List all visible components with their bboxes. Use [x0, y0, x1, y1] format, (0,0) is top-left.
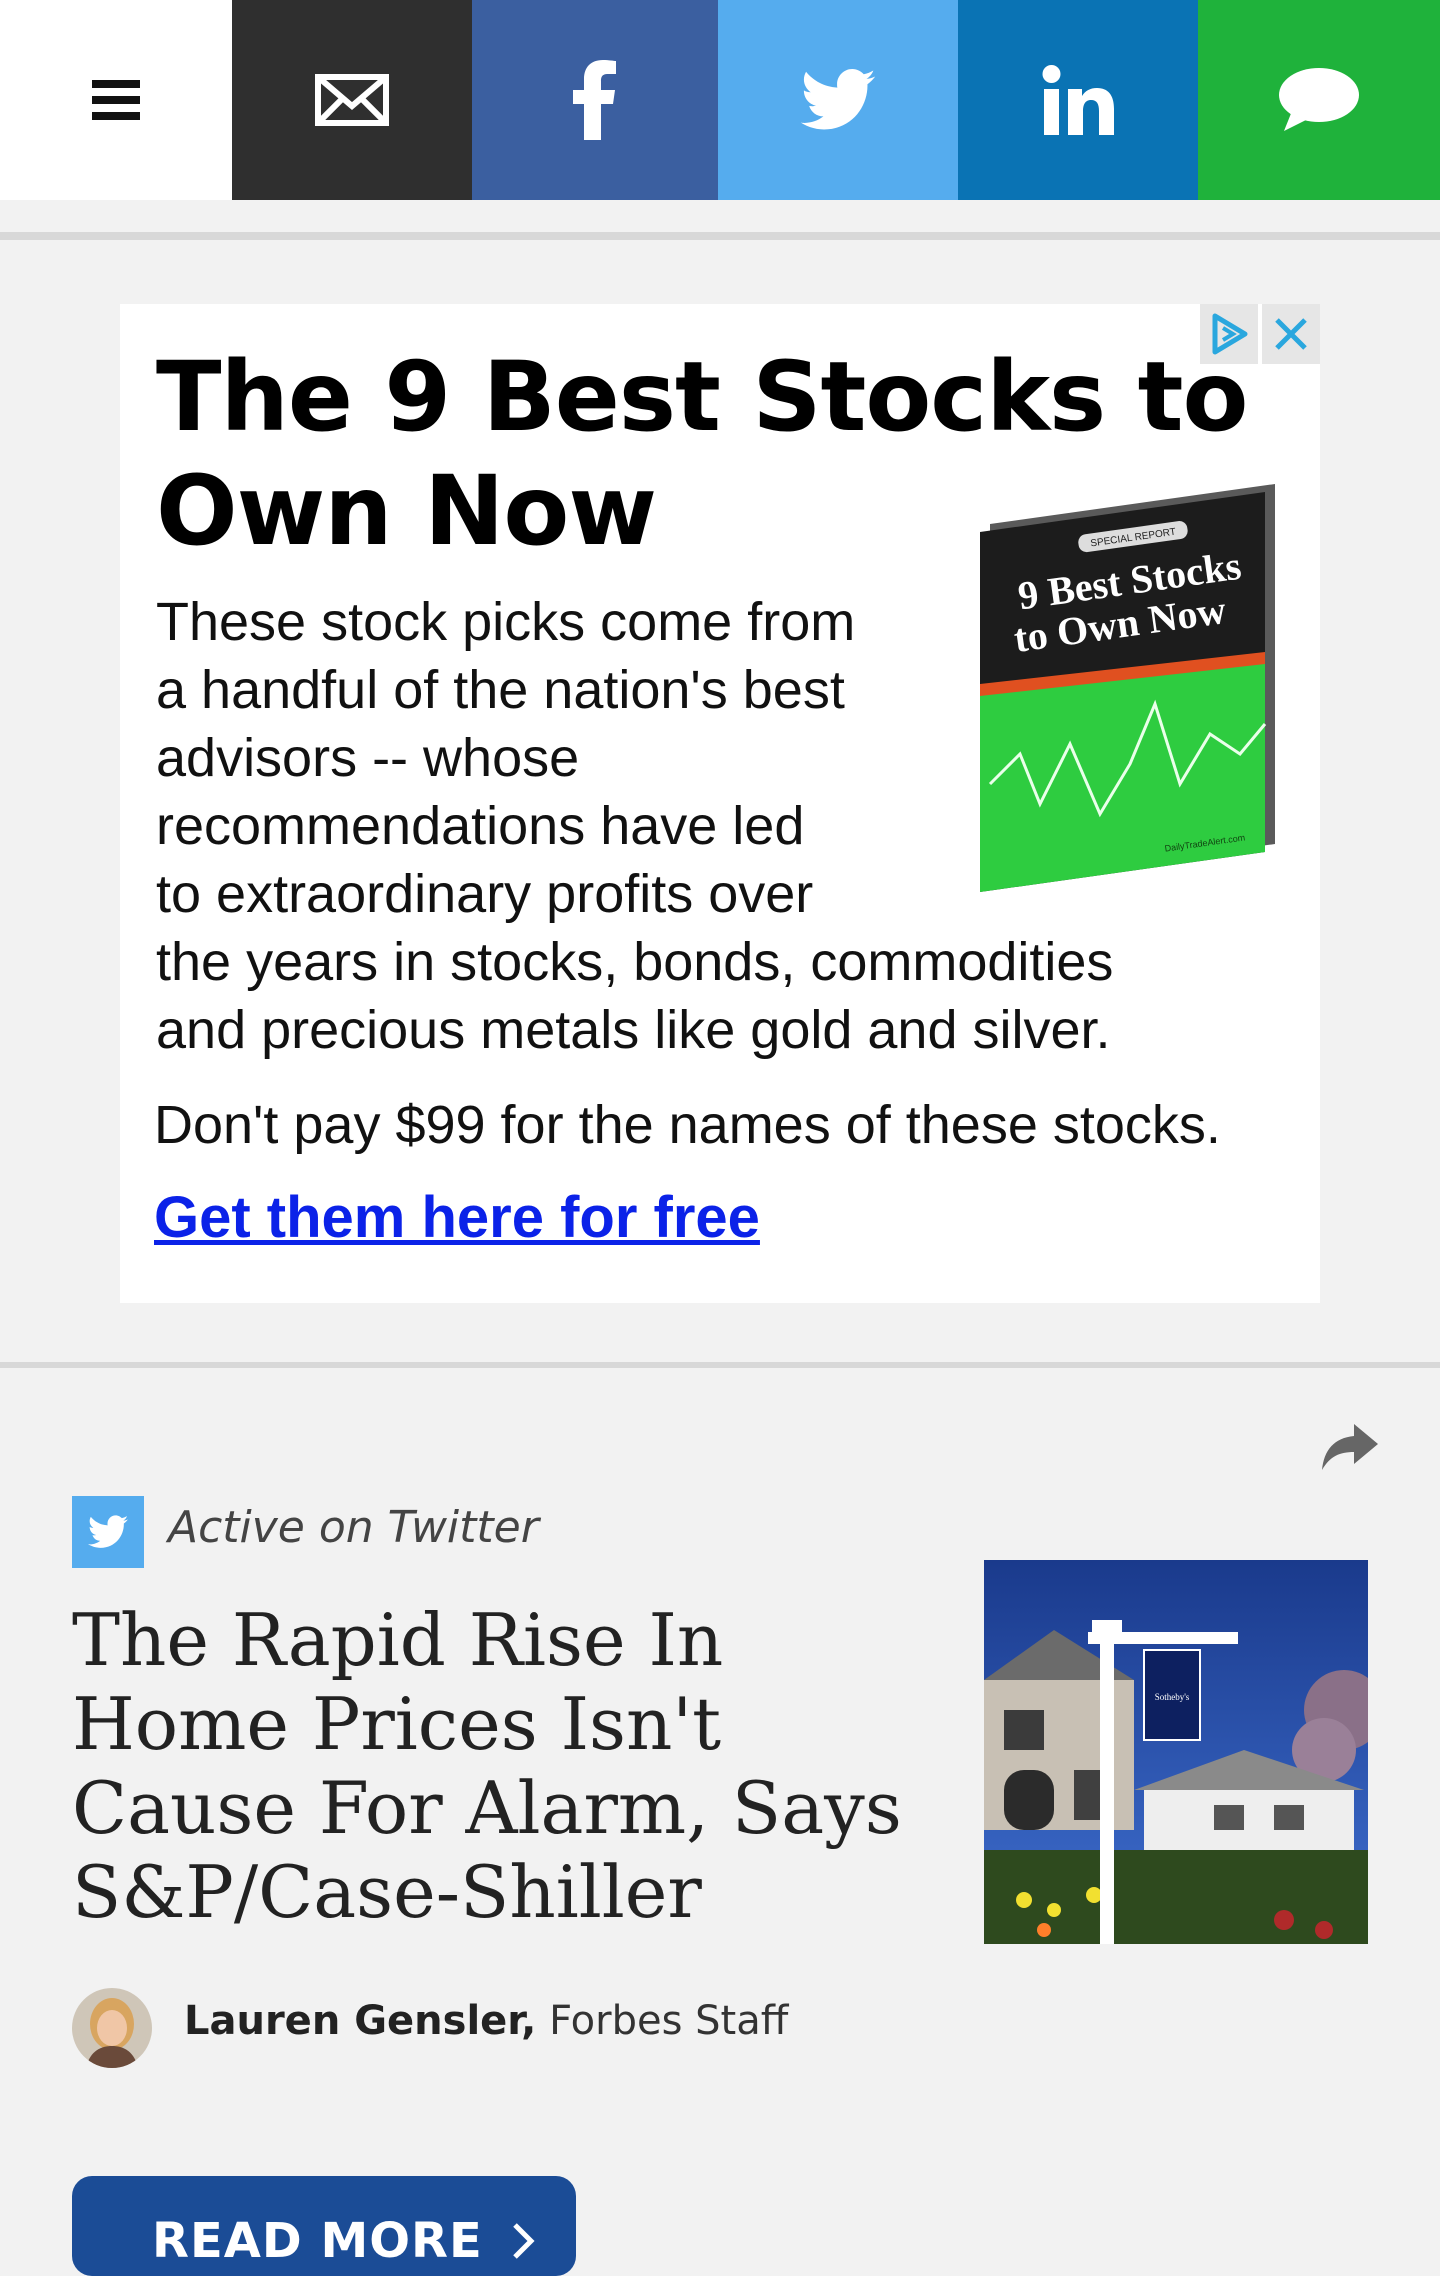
- header-divider: [0, 232, 1440, 240]
- linkedin-icon: [1042, 65, 1114, 135]
- chevron-right-icon: [512, 2223, 535, 2259]
- ad-body-line: a handful of the nation's best: [156, 660, 845, 720]
- share-bar: [0, 0, 1440, 200]
- email-share-button[interactable]: [232, 0, 472, 200]
- facebook-icon: [573, 60, 616, 140]
- twitter-bird-icon: [800, 69, 876, 130]
- envelope-icon: [315, 74, 389, 126]
- twitter-bird-icon: [88, 1515, 128, 1548]
- close-icon: [1275, 318, 1307, 350]
- ad-body-line: These stock picks come from: [156, 592, 856, 652]
- article-source-label: Active on Twitter: [168, 1502, 539, 1553]
- thumb-sign-text: Sotheby's: [1155, 1692, 1190, 1702]
- ad-body-line: the years in stocks, bonds, commodities: [156, 932, 1114, 992]
- ad-body-line: recommendations have led: [156, 796, 805, 856]
- read-more-button[interactable]: READ MORE: [72, 2176, 576, 2276]
- ad-cta-text: Don't pay $99 for the names of these sto…: [154, 1095, 1221, 1155]
- read-more-label: READ MORE: [152, 2213, 483, 2269]
- report-book-cover: SPECIAL REPORT 9 Best Stocks to Own Now …: [980, 484, 1275, 892]
- ad-get-free-link[interactable]: Get them here for free: [154, 1184, 760, 1251]
- speech-bubble-icon: [1279, 68, 1359, 131]
- twitter-badge: [72, 1496, 144, 1568]
- share-arrow-icon[interactable]: [1320, 1422, 1380, 1472]
- article-headline[interactable]: The Rapid Rise In Home Prices Isn't Caus…: [72, 1598, 902, 1934]
- ad-body-line: to extraordinary profits over: [156, 864, 814, 924]
- linkedin-share-button[interactable]: [958, 0, 1198, 200]
- comment-share-button[interactable]: [1198, 0, 1440, 200]
- ad-divider: [0, 1362, 1440, 1368]
- author-avatar[interactable]: [72, 1988, 152, 2068]
- ad-close-button[interactable]: [1262, 304, 1320, 364]
- author-role: Forbes Staff: [549, 1998, 789, 2044]
- article-thumbnail[interactable]: Sotheby's: [984, 1560, 1368, 1944]
- author-byline: Lauren Gensler, Forbes Staff: [184, 1998, 788, 2044]
- hamburger-menu-icon: [92, 80, 140, 120]
- twitter-share-button[interactable]: [718, 0, 958, 200]
- author-avatar-image: [72, 1988, 152, 2068]
- advertisement[interactable]: The 9 Best Stocks to Own Now These stock…: [120, 304, 1320, 1303]
- menu-button[interactable]: [0, 0, 232, 200]
- author-name[interactable]: Lauren Gensler,: [184, 1998, 536, 2044]
- facebook-share-button[interactable]: [472, 0, 718, 200]
- ad-body-line: advisors -- whose: [156, 728, 580, 788]
- ad-body-line: and precious metals like gold and silver…: [156, 1000, 1111, 1060]
